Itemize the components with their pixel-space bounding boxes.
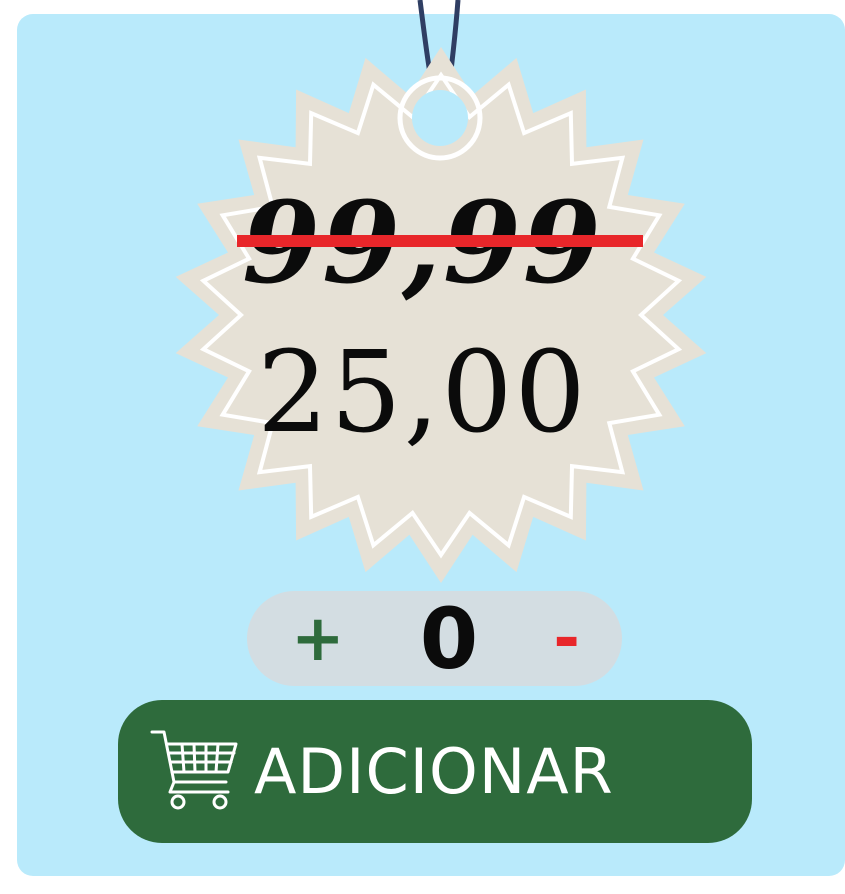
new-price-main: 25 (257, 328, 404, 458)
quantity-value: 0 (419, 589, 479, 688)
add-to-cart-label: ADICIONAR (254, 735, 614, 808)
quantity-stepper: + 0 - (247, 591, 622, 686)
shopping-cart-icon (150, 730, 238, 809)
new-price: 25,00 (0, 328, 845, 458)
strikethrough-line (237, 235, 643, 247)
new-price-cents: ,00 (403, 328, 588, 458)
decrement-button[interactable]: - (553, 607, 580, 671)
add-to-cart-button[interactable]: ADICIONAR (118, 700, 752, 843)
increment-button[interactable]: + (291, 607, 345, 671)
